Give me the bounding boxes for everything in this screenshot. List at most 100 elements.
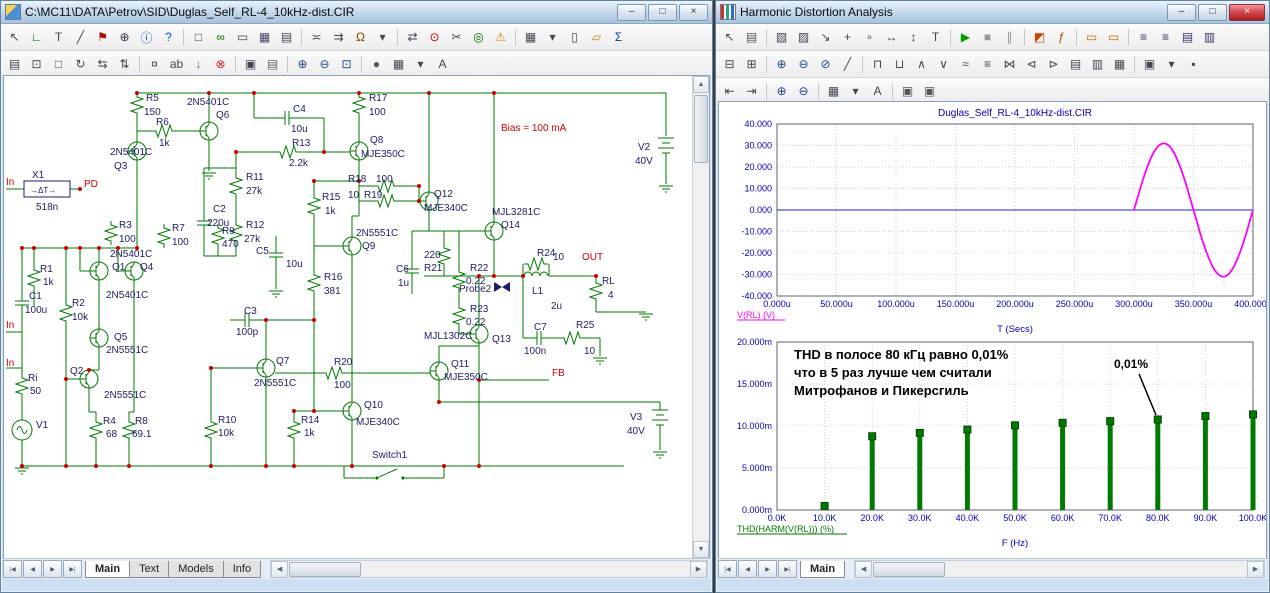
vertical-scroll-thumb[interactable]: [694, 95, 708, 163]
thd-marker[interactable]: [964, 426, 971, 433]
close-button[interactable]: ×: [679, 4, 708, 21]
box-tool-icon[interactable]: □: [48, 53, 69, 75]
new-sheet-icon[interactable]: ▯: [564, 26, 585, 48]
watch-list-icon[interactable]: ▤: [1177, 26, 1198, 48]
zoom-area-icon[interactable]: ⊡: [336, 53, 357, 75]
vertical-tag-icon[interactable]: ↕: [903, 26, 924, 48]
prev-point-icon[interactable]: ⊲: [1021, 53, 1042, 75]
pages-icon[interactable]: ▣: [1139, 53, 1160, 75]
camera-icon[interactable]: ●: [366, 53, 387, 75]
next-point-icon[interactable]: ⊳: [1043, 53, 1064, 75]
grid-dropdown-icon[interactable]: ▾: [845, 80, 866, 102]
tab-scroll-last[interactable]: ▶|: [63, 560, 82, 578]
add-curve-icon[interactable]: ▨: [793, 26, 814, 48]
ground-symbol[interactable]: [593, 358, 607, 364]
scroll-right-button[interactable]: ▶: [1247, 561, 1264, 578]
resistor-R10[interactable]: [205, 418, 217, 442]
valley-icon[interactable]: ∨: [933, 53, 954, 75]
analysis-titlebar[interactable]: Harmonic Distortion Analysis – □ ×: [716, 1, 1269, 24]
scope-region-icon[interactable]: ▭: [1081, 26, 1102, 48]
thd-marker[interactable]: [1059, 419, 1066, 426]
info-mode-icon[interactable]: ⓘ: [136, 26, 157, 48]
wave-bottom-icon[interactable]: ⊔: [889, 53, 910, 75]
vertical-scroll-track[interactable]: [693, 93, 709, 541]
thd-marker[interactable]: [1107, 418, 1114, 425]
font-icon[interactable]: A: [432, 53, 453, 75]
resistor-R23[interactable]: [453, 304, 465, 328]
maximize-button[interactable]: □: [1198, 4, 1227, 21]
waveform-list-icon[interactable]: ≡: [1155, 26, 1176, 48]
grid-select-icon[interactable]: ▦: [388, 53, 409, 75]
wave-sine-icon[interactable]: ≈: [955, 53, 976, 75]
thd-marker[interactable]: [1154, 416, 1161, 423]
tab-models[interactable]: Models: [168, 561, 223, 578]
properties-icon[interactable]: ▧: [771, 26, 792, 48]
minimize-button[interactable]: –: [1167, 4, 1196, 21]
copy-page-icon[interactable]: ▣: [897, 80, 918, 102]
model-icon[interactable]: Σ: [608, 26, 629, 48]
link-icon[interactable]: ∞: [210, 26, 231, 48]
scroll-up-button[interactable]: ▲: [693, 76, 709, 93]
graphics-mode-icon[interactable]: ╱: [70, 26, 91, 48]
component-mode-icon[interactable]: ⊕: [114, 26, 135, 48]
expand-x-icon[interactable]: ⇥: [741, 80, 762, 102]
resistor-R15[interactable]: [308, 194, 320, 218]
transistor-Q1[interactable]: [90, 262, 108, 280]
tab-scroll-first[interactable]: |◀: [718, 560, 737, 578]
compress-x-icon[interactable]: ⇤: [719, 80, 740, 102]
scroll-left-button[interactable]: ◀: [855, 561, 872, 578]
probe2-symbol[interactable]: [494, 282, 510, 292]
thd-marker[interactable]: [1012, 422, 1019, 429]
font-icon[interactable]: A: [867, 80, 888, 102]
tab-main[interactable]: Main: [85, 561, 130, 578]
sheet-info-icon[interactable]: ▤: [4, 53, 25, 75]
probe-icon[interactable]: ◎: [468, 26, 489, 48]
thd-marker[interactable]: [916, 429, 923, 436]
close-button[interactable]: ×: [1229, 4, 1265, 21]
stepping-icon[interactable]: ⇉: [328, 26, 349, 48]
resistor-R1[interactable]: [28, 266, 40, 290]
pages-dropdown-icon[interactable]: ▾: [1161, 53, 1182, 75]
zoom-in-icon[interactable]: ⊕: [771, 80, 792, 102]
wave-flat-icon[interactable]: ≡: [977, 53, 998, 75]
maximize-button[interactable]: □: [648, 4, 677, 21]
transistor-Q7[interactable]: [257, 359, 275, 377]
zoom-lock-icon[interactable]: ⊘: [815, 53, 836, 75]
wave-top-icon[interactable]: ⊓: [867, 53, 888, 75]
help-mode-icon[interactable]: ?: [158, 26, 179, 48]
resistor-R11[interactable]: [230, 174, 242, 198]
plot-area[interactable]: 40.00030.00020.00010.0000.000-10.000-20.…: [718, 101, 1267, 559]
tab-scroll-prev[interactable]: ◀: [23, 560, 42, 578]
find-text-icon[interactable]: ab: [166, 53, 187, 75]
pause-icon[interactable]: ∥: [999, 26, 1020, 48]
transistor-Q6[interactable]: [200, 122, 218, 140]
mirror-h-icon[interactable]: ⇆: [92, 53, 113, 75]
stack2-icon[interactable]: ▥: [1087, 53, 1108, 75]
tab-scroll-first[interactable]: |◀: [3, 560, 22, 578]
zoom-out-icon[interactable]: ⊖: [793, 53, 814, 75]
tab-scroll-next[interactable]: ▶: [43, 560, 62, 578]
grid-dropdown-icon[interactable]: ▾: [542, 26, 563, 48]
region-select-icon[interactable]: ▭: [232, 26, 253, 48]
run-icon[interactable]: ▶: [955, 26, 976, 48]
warning-icon[interactable]: ⚠: [490, 26, 511, 48]
thd-icon[interactable]: ◩: [1029, 26, 1050, 48]
ground-symbol[interactable]: [269, 291, 283, 297]
peak-icon[interactable]: ∧: [911, 53, 932, 75]
limits-icon[interactable]: ≍: [306, 26, 327, 48]
tab-text[interactable]: Text: [129, 561, 169, 578]
page-icon[interactable]: ▤: [276, 26, 297, 48]
horizontal-scroll-thumb[interactable]: [873, 562, 945, 577]
horizontal-tag-icon[interactable]: ↔: [881, 26, 902, 48]
select-pages-icon[interactable]: ⊡: [26, 53, 47, 75]
ground-symbol[interactable]: [659, 186, 673, 192]
resistor-R14[interactable]: [288, 418, 300, 442]
paste-icon[interactable]: ▤: [262, 53, 283, 75]
schematic-canvas[interactable]: R51502N5401CQ6R61kC410uR17100R132.2kQ8MJ…: [3, 75, 710, 559]
ground-symbol[interactable]: [639, 314, 653, 320]
ground-symbol[interactable]: [653, 452, 667, 458]
resistor-RL[interactable]: [590, 279, 602, 303]
swap-icon[interactable]: ⇄: [402, 26, 423, 48]
tab-main[interactable]: Main: [800, 561, 845, 578]
thd-marker[interactable]: [869, 433, 876, 440]
